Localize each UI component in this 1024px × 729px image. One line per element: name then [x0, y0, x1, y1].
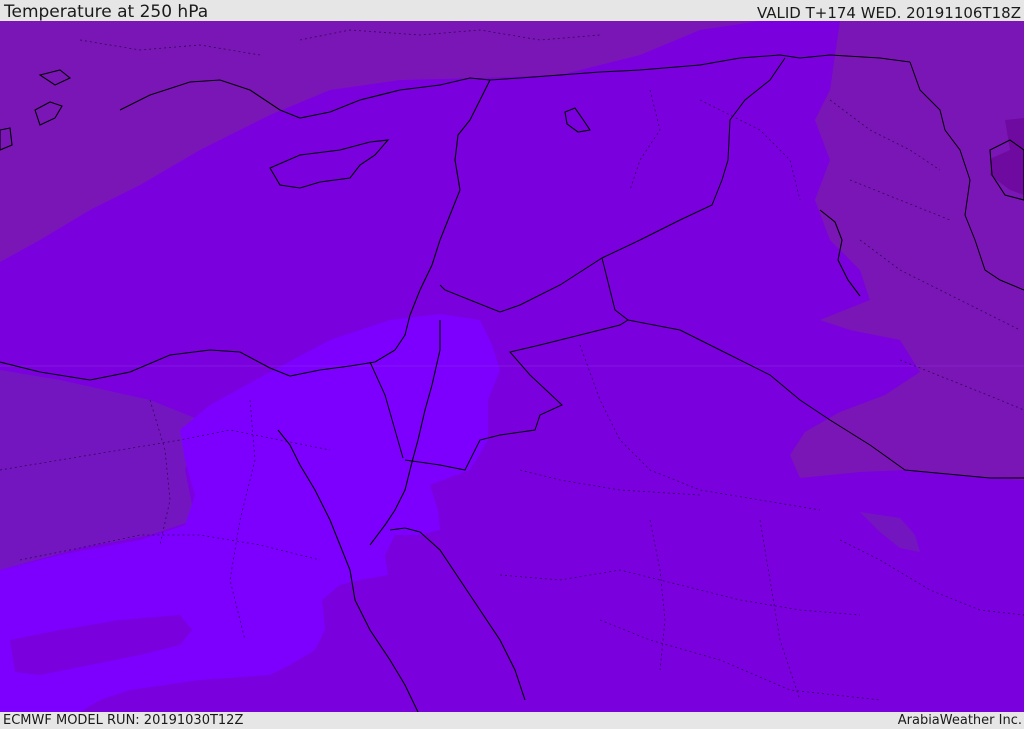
model-run-label: ECMWF MODEL RUN: 20191030T12Z	[3, 713, 244, 728]
forecast-map	[0, 21, 1024, 712]
credit-label: ArabiaWeather Inc.	[897, 713, 1022, 728]
footer-bar: ECMWF MODEL RUN: 20191030T12Z ArabiaWeat…	[0, 712, 1024, 729]
header-bar: Temperature at 250 hPa VALID T+174 WED. …	[0, 0, 1024, 21]
valid-time-label: VALID T+174 WED. 20191106T18Z	[756, 4, 1021, 22]
map-title: Temperature at 250 hPa	[4, 2, 209, 22]
